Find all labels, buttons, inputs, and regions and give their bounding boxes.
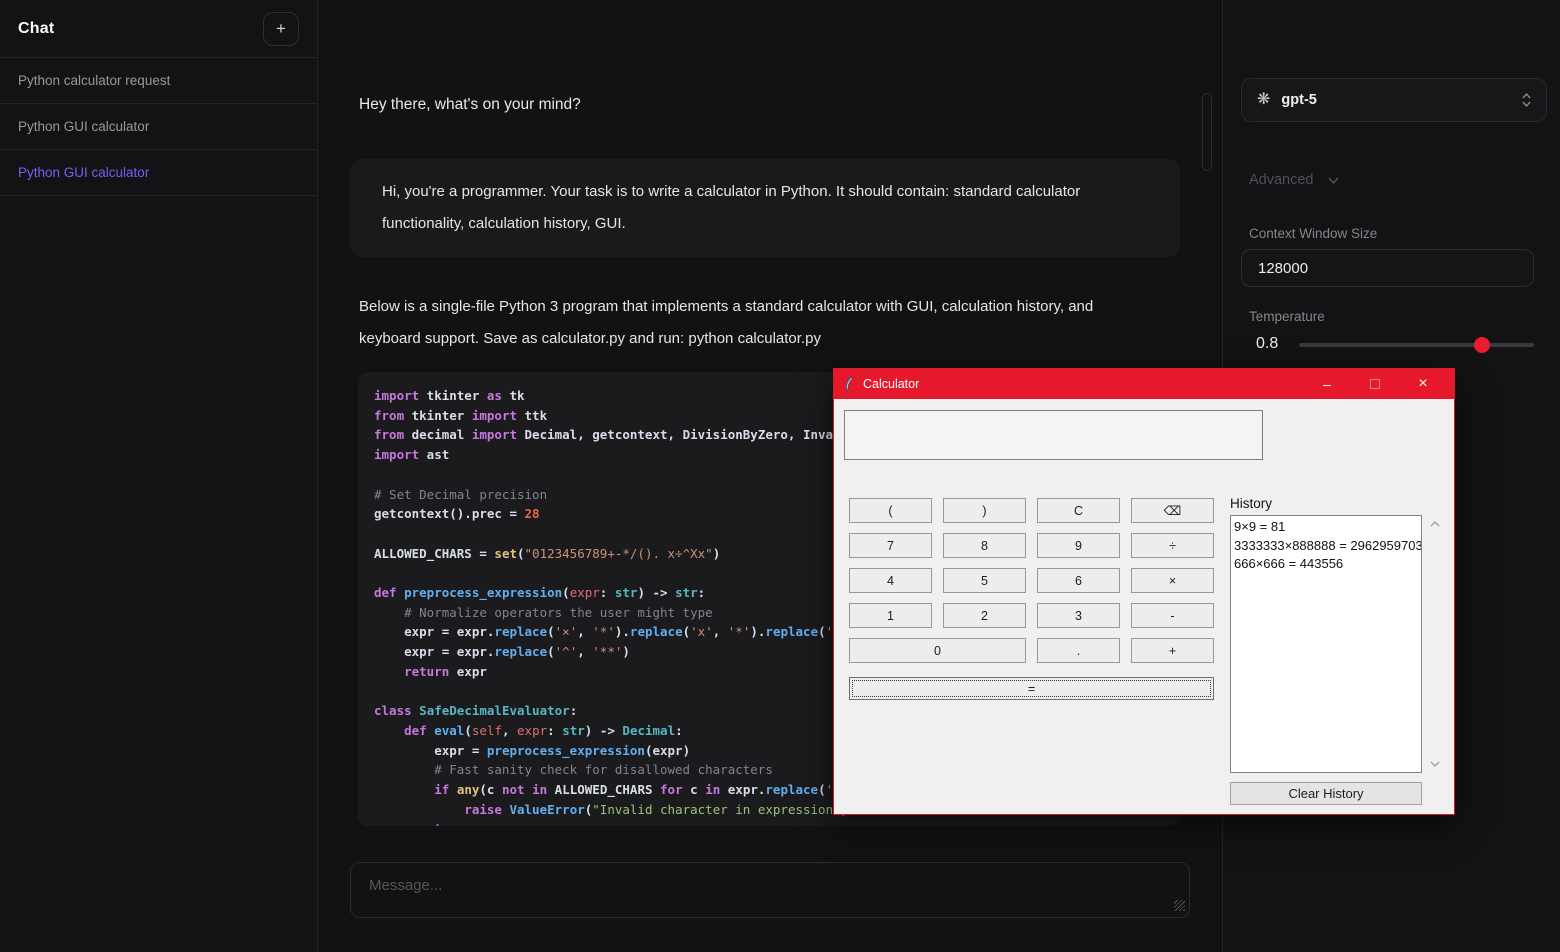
calculator-window: Calculator – × () C ⌫ 789 ÷ 456 × 123- 0. + = His… — [833, 368, 1455, 815]
assistant-greeting: Hey there, what's on your mind? — [359, 96, 581, 114]
sidebar-item[interactable]: Python GUI calculator — [0, 104, 317, 150]
plus-icon: + — [276, 19, 286, 39]
window-controls: – × — [1303, 369, 1454, 399]
calc-key-divide[interactable]: ÷ — [1131, 533, 1214, 558]
message-input[interactable] — [350, 862, 1190, 918]
minimize-button[interactable]: – — [1303, 369, 1351, 399]
calc-key-0[interactable]: 0 — [849, 638, 1026, 663]
calc-key-1[interactable]: 1 — [849, 603, 932, 628]
calc-key-dot[interactable]: . — [1037, 638, 1120, 663]
advanced-toggle[interactable]: Advanced — [1249, 172, 1339, 188]
calc-key-9[interactable]: 9 — [1037, 533, 1120, 558]
temperature-value: 0.8 — [1256, 335, 1278, 353]
temperature-slider-thumb[interactable] — [1474, 337, 1490, 353]
calculator-title: Calculator — [863, 377, 919, 391]
minimize-icon: – — [1323, 377, 1331, 391]
calc-key-clear[interactable]: C — [1037, 498, 1120, 523]
new-chat-button[interactable]: + — [263, 12, 299, 46]
calc-key-plus[interactable]: + — [1131, 638, 1214, 663]
temperature-slider[interactable] — [1299, 343, 1534, 347]
close-icon: × — [1418, 376, 1427, 392]
user-message-bubble: Hi, you're a programmer. Your task is to… — [350, 159, 1180, 257]
calc-key-6[interactable]: 6 — [1037, 568, 1120, 593]
maximize-icon — [1370, 379, 1380, 389]
calc-key-4[interactable]: 4 — [849, 568, 932, 593]
history-label: History — [1230, 496, 1272, 511]
tk-feather-icon — [843, 376, 855, 392]
model-select[interactable]: ❋ gpt-5 — [1241, 78, 1547, 122]
context-window-input[interactable] — [1241, 249, 1534, 287]
calc-key-8[interactable]: 8 — [943, 533, 1026, 558]
code-line: try: — [374, 819, 1164, 826]
close-button[interactable]: × — [1399, 369, 1447, 399]
user-message-text: Hi, you're a programmer. Your task is to… — [382, 183, 1080, 232]
sidebar-header: Chat + — [0, 0, 317, 58]
assistant-message-text: Below is a single-file Python 3 program … — [359, 291, 1159, 355]
app-root: Chat + Python calculator requestPython G… — [0, 0, 1560, 952]
maximize-button[interactable] — [1351, 369, 1399, 399]
calc-key-2[interactable]: 2 — [943, 603, 1026, 628]
sidebar-item[interactable]: Python GUI calculator — [0, 150, 317, 196]
history-list: 9×9 = 813333333×888888 = 296295970370466… — [1230, 515, 1422, 773]
calc-key-3[interactable]: 3 — [1037, 603, 1120, 628]
calc-display[interactable] — [844, 410, 1263, 460]
calc-key-equals[interactable]: = — [849, 677, 1214, 700]
calc-key-close-paren[interactable]: ) — [943, 498, 1026, 523]
advanced-label: Advanced — [1249, 172, 1314, 188]
temperature-label: Temperature — [1249, 309, 1325, 324]
history-item[interactable]: 666×666 = 443556 — [1234, 555, 1421, 574]
scroll-down-icon — [1430, 761, 1440, 767]
chat-sidebar: Chat + Python calculator requestPython G… — [0, 0, 318, 952]
calc-key-7[interactable]: 7 — [849, 533, 932, 558]
model-name: gpt-5 — [1281, 92, 1316, 108]
chat-scrollbar[interactable] — [1202, 93, 1212, 171]
history-item[interactable]: 3333333×888888 = 2962959703704 — [1234, 537, 1421, 556]
calc-key-multiply[interactable]: × — [1131, 568, 1214, 593]
chevron-down-icon — [1328, 177, 1339, 184]
calculator-titlebar[interactable]: Calculator – × — [834, 369, 1454, 399]
calc-key-5[interactable]: 5 — [943, 568, 1026, 593]
calc-keys: () C ⌫ 789 ÷ 456 × 123- 0. + — [849, 498, 1214, 663]
select-chevrons-icon — [1522, 93, 1531, 107]
history-scrollbar[interactable] — [1426, 515, 1444, 773]
clear-history-button[interactable]: Clear History — [1230, 782, 1422, 805]
calc-key-backspace[interactable]: ⌫ — [1131, 498, 1214, 523]
history-item[interactable]: 9×9 = 81 — [1234, 518, 1421, 537]
openai-logo-icon: ❋ — [1257, 92, 1270, 108]
sidebar-title: Chat — [18, 20, 54, 38]
sidebar-item[interactable]: Python calculator request — [0, 58, 317, 104]
context-window-label: Context Window Size — [1249, 226, 1377, 241]
chat-list: Python calculator requestPython GUI calc… — [0, 58, 317, 196]
calc-key-minus[interactable]: - — [1131, 603, 1214, 628]
scroll-up-icon — [1430, 521, 1440, 527]
calc-key-open-paren[interactable]: ( — [849, 498, 932, 523]
